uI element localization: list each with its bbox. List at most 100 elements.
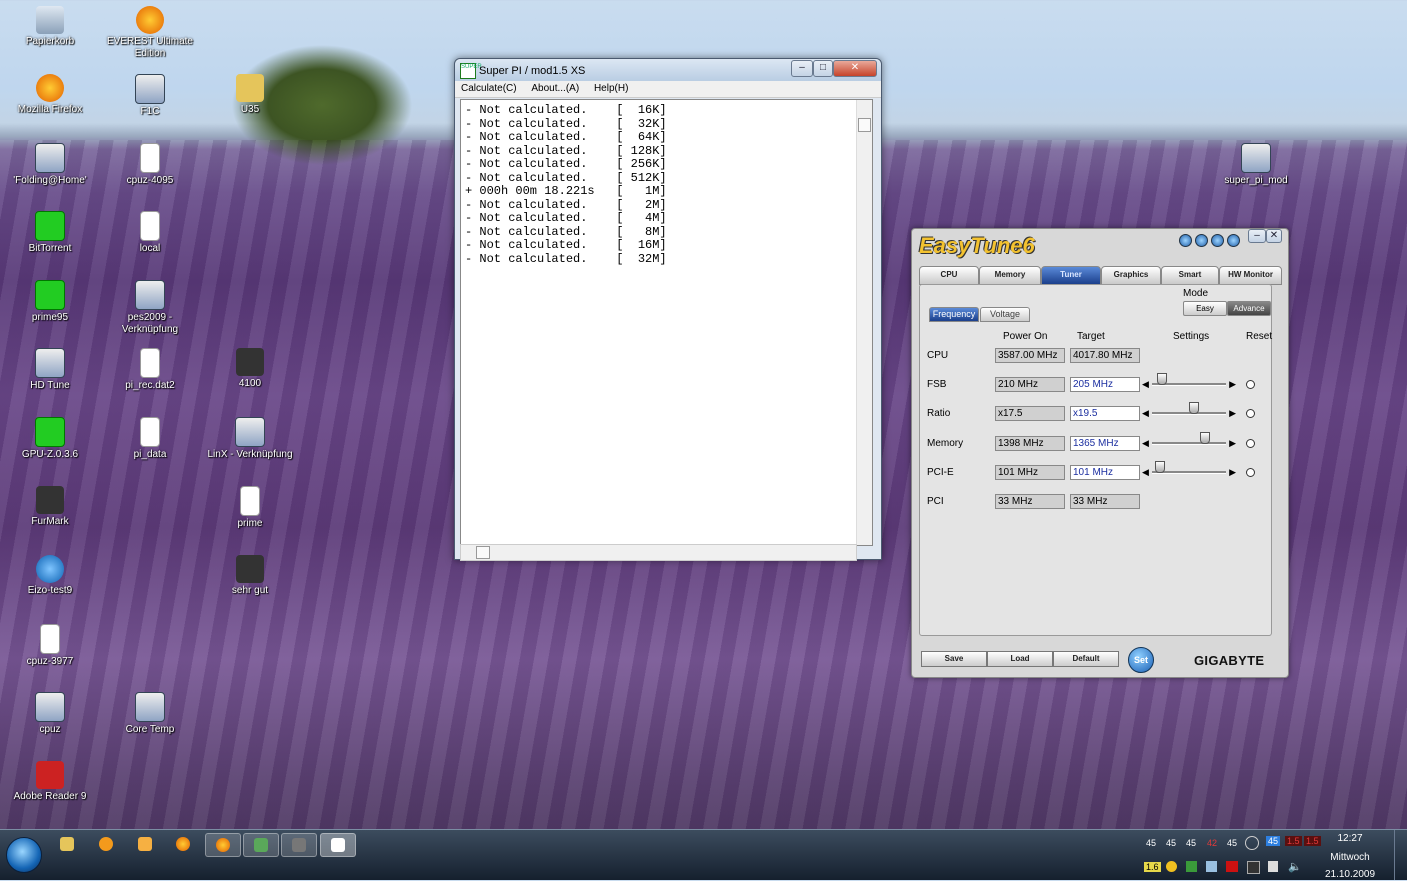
set-button[interactable]: Set	[1128, 647, 1154, 673]
tab-hw-monitor[interactable]: HW Monitor	[1219, 266, 1282, 285]
memory-reset-radio[interactable]	[1246, 439, 1255, 448]
mode-easy-button[interactable]: Easy	[1183, 301, 1227, 316]
fsb-target-input[interactable]: 205 MHz	[1070, 377, 1140, 392]
volume-icon[interactable]: 🔈	[1288, 860, 1302, 873]
taskbar-easytune[interactable]	[281, 833, 317, 857]
subtab-frequency[interactable]: Frequency	[929, 307, 979, 322]
easytune-window[interactable]: EasyTune6 – ✕ CPU Memory Tuner Graphics …	[911, 228, 1289, 678]
desktop-icon-eizo[interactable]: Eizo-test9	[4, 555, 96, 597]
desktop-icon-firefox[interactable]: Mozilla Firefox	[4, 74, 96, 116]
easytune-close-button[interactable]: ✕	[1266, 229, 1282, 243]
desktop-icon-u35[interactable]: U35	[204, 74, 296, 116]
tray-flag-icon[interactable]	[1268, 861, 1278, 872]
desktop-icon-cpuz-3977[interactable]: cpuz-3977	[4, 624, 96, 668]
memory-target-input[interactable]: 1365 MHz	[1070, 436, 1140, 451]
superpi-titlebar[interactable]: SUPER Super PI / mod1.5 XS – □ ✕	[455, 59, 881, 81]
menu-help[interactable]: Help(H)	[588, 81, 634, 94]
ratio-reset-radio[interactable]	[1246, 409, 1255, 418]
horizontal-scrollbar[interactable]	[460, 544, 857, 561]
superpi-window[interactable]: SUPER Super PI / mod1.5 XS – □ ✕ Calcula…	[454, 58, 882, 561]
hscroll-thumb[interactable]	[476, 546, 490, 559]
taskbar-explorer[interactable]	[50, 833, 84, 855]
desktop-icon-gpuz[interactable]: GPU-Z.0.3.6	[4, 417, 96, 461]
desktop-icon-everest[interactable]: EVEREST Ultimate Edition	[104, 6, 196, 60]
start-button[interactable]	[6, 837, 42, 873]
tray-network-icon[interactable]	[1206, 861, 1217, 872]
taskbar-superpi[interactable]	[320, 833, 356, 857]
slider-thumb[interactable]	[1188, 402, 1199, 414]
tab-smart[interactable]: Smart	[1161, 266, 1219, 285]
desktop-icon-pi-data[interactable]: pi_data	[104, 417, 196, 461]
slider-thumb[interactable]	[1155, 461, 1166, 473]
pcie-reset-radio[interactable]	[1246, 468, 1255, 477]
subtab-voltage[interactable]: Voltage	[980, 307, 1030, 322]
memory-slider[interactable]: ◀ ▶	[1142, 432, 1236, 448]
taskbar-media-player[interactable]	[89, 833, 123, 855]
load-button[interactable]: Load	[987, 651, 1053, 667]
close-button[interactable]: ✕	[833, 60, 877, 77]
refresh-icon[interactable]	[1179, 234, 1192, 247]
desktop-icon-linx[interactable]: LinX - Verknüpfung	[204, 417, 296, 461]
pcie-target-input[interactable]: 101 MHz	[1070, 465, 1140, 480]
ratio-slider[interactable]: ◀ ▶	[1142, 402, 1236, 418]
ratio-target-input[interactable]: x19.5	[1070, 406, 1140, 421]
fsb-reset-radio[interactable]	[1246, 380, 1255, 389]
desktop-icon-coretemp[interactable]: Core Temp	[104, 692, 196, 736]
desktop-icon-pi-rec[interactable]: pi_rec.dat2	[104, 348, 196, 392]
desktop-icon-pes2009[interactable]: pes2009 - Verknüpfung	[104, 280, 196, 336]
easytune-tabs: CPU Memory Tuner Graphics Smart HW Monit…	[919, 266, 1282, 285]
help-icon[interactable]	[1211, 234, 1224, 247]
desktop-icon-hdtune[interactable]: HD Tune	[4, 348, 96, 392]
taskbar-app[interactable]	[128, 833, 162, 855]
slider-thumb[interactable]	[1199, 432, 1210, 444]
document-icon	[140, 417, 160, 447]
desktop-icon-cpuz[interactable]: cpuz	[4, 692, 96, 736]
desktop-icon-prime[interactable]: prime	[204, 486, 296, 530]
tuner-panel: Mode Easy Advance Frequency Voltage Powe…	[919, 284, 1272, 636]
desktop-icon-papierkorb[interactable]: Papierkorb	[4, 6, 96, 48]
maximize-button[interactable]: □	[813, 60, 833, 77]
superpi-results: - Not calculated. [ 16K] - Not calculate…	[465, 103, 667, 266]
tray-gauge-icon[interactable]	[1245, 836, 1259, 850]
easytune-minimize-button[interactable]: –	[1248, 229, 1266, 243]
tray-warning-icon[interactable]	[1166, 861, 1177, 872]
desktop-icon-bittorrent[interactable]: BitTorrent	[4, 211, 96, 255]
slider-thumb[interactable]	[1156, 373, 1167, 385]
info-icon[interactable]	[1227, 234, 1240, 247]
taskbar-gpuz[interactable]	[243, 833, 279, 857]
clock[interactable]: 12:27 Mittwoch 21.10.2009	[1315, 830, 1385, 881]
scroll-thumb[interactable]	[858, 118, 871, 132]
menu-calculate[interactable]: Calculate(C)	[455, 81, 523, 94]
tray-monitor-icon[interactable]	[1247, 861, 1260, 874]
vertical-scrollbar[interactable]	[856, 100, 872, 545]
tray-ati-icon[interactable]	[1226, 861, 1238, 872]
desktop-icon-folding[interactable]: 'Folding@Home'	[4, 143, 96, 187]
desktop-icon-sehr-gut[interactable]: sehr gut	[204, 555, 296, 597]
taskbar-firefox[interactable]	[166, 833, 200, 855]
fsb-slider[interactable]: ◀ ▶	[1142, 373, 1236, 389]
image-icon	[236, 555, 264, 583]
desktop-icon-furmark[interactable]: FurMark	[4, 486, 96, 528]
desktop-icon-local[interactable]: local	[104, 211, 196, 255]
default-button[interactable]: Default	[1053, 651, 1119, 667]
taskbar-everest[interactable]	[205, 833, 241, 857]
tray-app-icon[interactable]	[1186, 861, 1197, 872]
show-desktop-button[interactable]	[1394, 830, 1407, 880]
save-button[interactable]: Save	[921, 651, 987, 667]
tab-cpu[interactable]: CPU	[919, 266, 979, 285]
desktop-icon-super-pi-mod[interactable]: super_pi_mod	[1210, 143, 1302, 187]
desktop-icon-prime95[interactable]: prime95	[4, 280, 96, 324]
tab-graphics[interactable]: Graphics	[1101, 266, 1161, 285]
tab-tuner[interactable]: Tuner	[1041, 266, 1101, 285]
tab-memory[interactable]: Memory	[979, 266, 1041, 285]
menu-about[interactable]: About...(A)	[525, 81, 585, 94]
shortcut-icon	[135, 280, 165, 310]
desktop-icon-adobe-reader[interactable]: Adobe Reader 9	[4, 761, 96, 803]
desktop-icon-cpuz-4095[interactable]: cpuz-4095	[104, 143, 196, 187]
desktop-icon-4100[interactable]: 4100	[204, 348, 296, 390]
minimize-button[interactable]: –	[791, 60, 813, 77]
desktop-icon-f1c[interactable]: F1C	[104, 74, 196, 118]
settings-icon[interactable]	[1195, 234, 1208, 247]
mode-advance-button[interactable]: Advance	[1227, 301, 1271, 316]
pcie-slider[interactable]: ◀ ▶	[1142, 461, 1236, 477]
